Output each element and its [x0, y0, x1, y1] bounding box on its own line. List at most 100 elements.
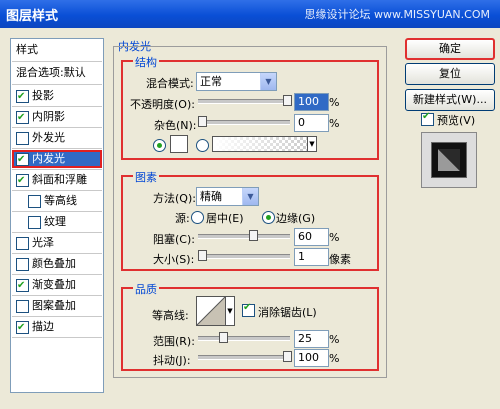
jitter-slider-track[interactable] [198, 355, 290, 360]
contour-preview[interactable] [196, 296, 226, 326]
source-edge-radio[interactable] [262, 211, 275, 224]
style-item-3[interactable]: 内发光 [12, 150, 102, 169]
jitter-slider-thumb[interactable] [283, 351, 292, 362]
style-item-checkbox[interactable] [16, 172, 29, 190]
style-item-10[interactable]: 图案叠加 [12, 297, 102, 315]
style-item-label: 内阴影 [32, 110, 65, 123]
jitter-unit: % [329, 352, 340, 365]
antialias-checkbox[interactable] [242, 302, 255, 317]
style-item-5[interactable]: 等高线 [12, 192, 102, 210]
style-item-checkbox[interactable] [16, 132, 29, 145]
style-item-label: 纹理 [44, 215, 66, 228]
style-item-checkbox[interactable] [28, 216, 41, 229]
style-item-11[interactable]: 描边 [12, 318, 102, 337]
contour-curve-icon [197, 297, 225, 325]
gradient-radio[interactable] [196, 139, 209, 152]
size-unit: 像素 [329, 253, 351, 266]
chevron-down-icon: ▼ [242, 188, 258, 205]
opacity-slider-thumb[interactable] [283, 95, 292, 106]
glow-color-swatch[interactable] [170, 135, 188, 153]
quality-legend: 品质 [133, 281, 159, 297]
noise-unit: % [329, 117, 340, 130]
technique-select[interactable]: 精确 ▼ [196, 187, 259, 206]
style-item-checkbox[interactable] [16, 88, 29, 106]
opacity-slider-track[interactable] [198, 99, 290, 104]
style-item-checkbox[interactable] [16, 300, 29, 313]
style-item-2[interactable]: 外发光 [12, 129, 102, 147]
choke-input[interactable]: 60 [294, 228, 329, 246]
style-item-label: 图案叠加 [32, 299, 76, 312]
range-unit: % [329, 333, 340, 346]
style-item-7[interactable]: 光泽 [12, 234, 102, 252]
preview-bevel-icon [438, 149, 460, 171]
jitter-input[interactable]: 100 [294, 349, 329, 367]
opacity-label: 不透明度(O): [130, 98, 195, 111]
style-item-label: 光泽 [32, 236, 54, 249]
style-item-6[interactable]: 纹理 [12, 213, 102, 231]
noise-label: 杂色(N): [154, 119, 197, 132]
source-center-radio[interactable] [191, 211, 204, 224]
size-slider-track[interactable] [198, 254, 290, 259]
style-item-4[interactable]: 斜面和浮雕 [12, 171, 102, 190]
solid-color-radio[interactable] [153, 139, 166, 152]
styles-header: 样式 [16, 43, 38, 56]
title-bar[interactable]: 图层样式 思缘设计论坛 www.MISSYUAN.COM [0, 0, 500, 28]
styles-list: 样式 混合选项:默认 投影内阴影外发光内发光斜面和浮雕等高线纹理光泽颜色叠加渐变… [10, 38, 104, 393]
style-item-label: 斜面和浮雕 [32, 173, 87, 186]
style-item-label: 描边 [32, 320, 54, 333]
preview-label: 预览(V) [437, 114, 476, 127]
gradient-dropdown-icon[interactable]: ▼ [307, 136, 317, 152]
choke-slider-track[interactable] [198, 234, 290, 239]
style-preview-thumbnail [421, 132, 477, 188]
jitter-label: 抖动(J): [153, 354, 191, 367]
size-slider-thumb[interactable] [198, 250, 207, 261]
source-center-label: 居中(E) [206, 212, 244, 225]
style-item-label: 外发光 [32, 131, 65, 144]
choke-slider-thumb[interactable] [249, 230, 258, 241]
noise-slider-track[interactable] [198, 120, 290, 125]
gradient-swatch[interactable] [212, 136, 308, 152]
range-slider-track[interactable] [198, 336, 290, 341]
window-title: 图层样式 [6, 9, 59, 24]
style-item-checkbox[interactable] [16, 258, 29, 271]
range-slider-thumb[interactable] [219, 332, 229, 343]
antialias-label: 消除锯齿(L) [258, 306, 317, 319]
range-label: 范围(R): [153, 335, 195, 348]
contour-label: 等高线: [152, 309, 189, 322]
style-item-checkbox[interactable] [16, 237, 29, 250]
source-edge-label: 边缘(G) [276, 212, 316, 225]
choke-label: 阻塞(C): [153, 233, 195, 246]
style-item-8[interactable]: 颜色叠加 [12, 255, 102, 273]
style-item-1[interactable]: 内阴影 [12, 108, 102, 127]
style-item-checkbox[interactable] [16, 151, 29, 169]
choke-unit: % [329, 231, 340, 244]
style-item-9[interactable]: 渐变叠加 [12, 276, 102, 295]
style-item-label: 等高线 [44, 194, 77, 207]
range-input[interactable]: 25 [294, 330, 329, 348]
blend-mode-label: 混合模式: [146, 77, 194, 90]
style-item-checkbox[interactable] [16, 277, 29, 295]
style-item-checkbox[interactable] [16, 319, 29, 337]
noise-input[interactable]: 0 [294, 114, 329, 132]
ok-button[interactable]: 确定 [405, 38, 495, 60]
new-style-button[interactable]: 新建样式(W)... [405, 89, 495, 111]
noise-slider-thumb[interactable] [198, 116, 207, 127]
preview-checkbox[interactable] [421, 111, 434, 126]
size-input[interactable]: 1 [294, 248, 329, 266]
technique-value: 精确 [200, 190, 222, 203]
style-item-label: 颜色叠加 [32, 257, 76, 270]
opacity-input[interactable]: 100 [294, 93, 329, 111]
chevron-down-icon: ▼ [260, 73, 276, 90]
reset-button[interactable]: 复位 [405, 63, 495, 85]
blending-options-item[interactable]: 混合选项:默认 [12, 64, 106, 82]
style-item-checkbox[interactable] [16, 109, 29, 127]
opacity-unit: % [329, 96, 340, 109]
size-label: 大小(S): [153, 253, 195, 266]
watermark: 思缘设计论坛 www.MISSYUAN.COM [304, 8, 490, 21]
style-item-checkbox[interactable] [28, 195, 41, 208]
contour-dropdown-icon[interactable]: ▼ [225, 296, 235, 326]
blend-mode-select[interactable]: 正常 ▼ [196, 72, 277, 91]
style-item-0[interactable]: 投影 [12, 87, 102, 106]
technique-label: 方法(Q): [153, 192, 196, 205]
style-item-label: 内发光 [32, 152, 65, 165]
